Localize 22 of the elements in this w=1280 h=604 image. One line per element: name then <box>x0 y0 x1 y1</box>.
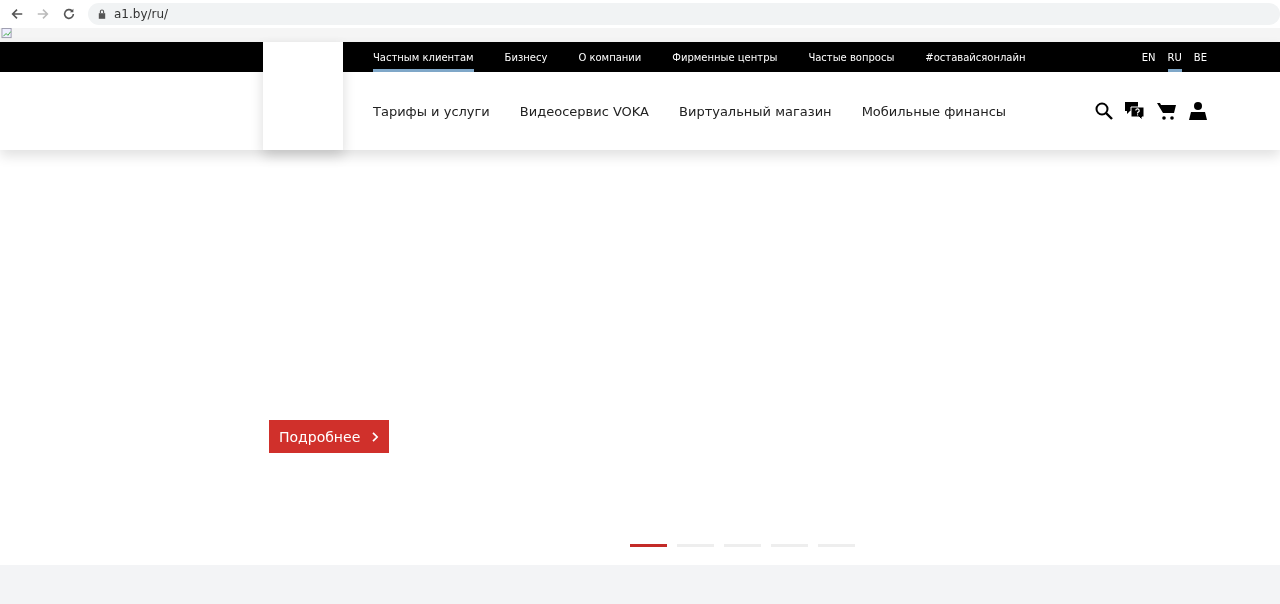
more-button[interactable]: Подробнее <box>269 420 389 453</box>
address-bar[interactable]: a1.by/ru/ <box>88 3 1280 25</box>
reload-icon[interactable] <box>62 7 76 21</box>
chevron-right-icon <box>372 431 379 442</box>
main-nav-link[interactable]: Видеосервис VOKA <box>519 103 649 119</box>
main-nav-link[interactable]: Тарифы и услуги <box>373 103 490 119</box>
lock-icon <box>98 9 106 19</box>
user-icon[interactable] <box>1189 101 1207 121</box>
main-nav-link[interactable]: Мобильные финансы <box>861 103 1007 119</box>
language-link[interactable]: EN <box>1141 42 1156 72</box>
main-nav-link[interactable]: Виртуальный магазин <box>679 103 832 119</box>
top-nav-link[interactable]: Фирменные центры <box>672 42 778 72</box>
top-nav-link[interactable]: Частые вопросы <box>808 42 895 72</box>
language-link[interactable]: BE <box>1193 42 1207 72</box>
top-nav-link[interactable]: Бизнесу <box>504 42 548 72</box>
top-nav-link[interactable]: #оставайсяонлайн <box>925 42 1026 72</box>
help-chat-icon[interactable] <box>1125 101 1145 121</box>
cart-icon[interactable] <box>1157 101 1177 121</box>
back-icon[interactable] <box>10 7 24 21</box>
url-text: a1.by/ru/ <box>114 7 169 21</box>
top-nav-link[interactable]: О компании <box>578 42 642 72</box>
search-icon[interactable] <box>1095 102 1113 120</box>
